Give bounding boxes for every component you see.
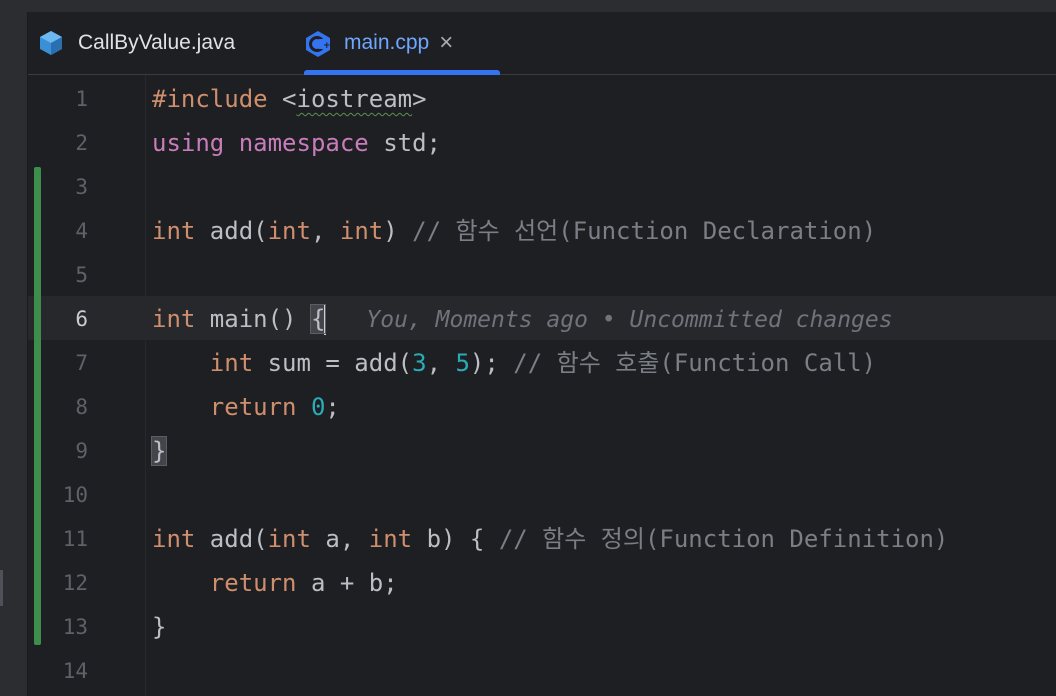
line-number[interactable]: 9: [28, 429, 88, 473]
line-number[interactable]: 7: [28, 341, 88, 385]
code-token: ): [383, 217, 413, 245]
code-token: ;: [325, 393, 340, 421]
close-icon[interactable]: ×: [439, 31, 453, 55]
editor-gutter[interactable]: 1 2 3 4 5 6 7 8 9 10 11 12 13 14: [28, 75, 146, 696]
code-line[interactable]: }: [152, 605, 166, 649]
title-strip: [27, 0, 1056, 12]
code-token: a + b;: [296, 569, 398, 597]
code-token: }: [150, 436, 168, 466]
line-number[interactable]: 3: [28, 165, 88, 209]
code-token: int: [368, 525, 413, 553]
code-line[interactable]: return a + b;: [152, 561, 398, 605]
code-token: std;: [368, 129, 441, 157]
tool-strip-marker[interactable]: [0, 570, 3, 606]
code-token: int: [209, 349, 254, 377]
code-token: namespace: [238, 129, 369, 157]
line-number[interactable]: 8: [28, 385, 88, 429]
code-token: 5: [455, 349, 470, 377]
code-token: return: [209, 569, 297, 597]
line-number[interactable]: 12: [28, 561, 88, 605]
code-token: {: [309, 304, 327, 334]
tab-label: CallByValue.java: [78, 31, 236, 54]
code-token: >: [412, 85, 427, 113]
code-token: // 함수 선언(Function Declaration): [412, 217, 877, 245]
code-token: return: [209, 393, 297, 421]
line-number[interactable]: 14: [28, 649, 88, 693]
cpp-file-icon: +: [304, 30, 331, 57]
git-blame-inlay[interactable]: You, Moments ago • Uncommitted changes: [366, 307, 892, 333]
code-line[interactable]: int sum = add(3, 5); // 함수 호출(Function C…: [152, 341, 876, 385]
code-token: add(: [195, 525, 268, 553]
line-number[interactable]: 4: [28, 209, 88, 253]
code-token: ,: [426, 349, 456, 377]
code-token: add(: [195, 217, 268, 245]
code-token: 3: [412, 349, 427, 377]
tab-callbyvalue-java[interactable]: CallByValue.java: [38, 12, 298, 74]
tool-window-strip: [0, 0, 28, 696]
code-line[interactable]: int add(int, int) // 함수 선언(Function Decl…: [152, 209, 876, 253]
line-number[interactable]: 13: [28, 605, 88, 649]
code-token: int: [152, 525, 196, 553]
code-line[interactable]: return 0;: [152, 385, 340, 429]
svg-text:+: +: [323, 41, 331, 51]
text-caret: [324, 305, 327, 335]
line-number[interactable]: 6: [28, 297, 88, 341]
line-number[interactable]: 10: [28, 473, 88, 517]
code-token: }: [152, 613, 167, 641]
code-token: ,: [310, 217, 340, 245]
code-token: <: [282, 85, 297, 113]
code-token: int: [339, 217, 384, 245]
code-line[interactable]: }: [150, 429, 168, 473]
code-token: b) {: [412, 525, 499, 553]
ide-window: CallByValue.java + main.cpp × 1234567891…: [0, 0, 1056, 696]
code-editor[interactable]: 1 2 3 4 5 6 7 8 9 10 11 12 13 14 #include <iostream> u…: [28, 75, 1056, 696]
tab-label: main.cpp: [344, 31, 430, 54]
code-token: );: [469, 349, 514, 377]
code-token: iostream: [296, 85, 413, 113]
code-token: int: [267, 217, 311, 245]
code-token: // 함수 정의(Function Definition): [498, 525, 949, 553]
code-token: 0: [310, 393, 326, 421]
gutter-divider: [145, 75, 146, 696]
code-line[interactable]: int main() { You, Moments ago • Uncommitt…: [152, 297, 893, 341]
code-token: int: [152, 305, 196, 333]
code-token: #include: [152, 85, 283, 113]
java-class-icon: [38, 30, 64, 56]
code-line[interactable]: #include <iostream>: [152, 77, 427, 121]
line-number[interactable]: 11: [28, 517, 88, 561]
tab-main-cpp[interactable]: + main.cpp ×: [304, 12, 500, 75]
code-token: // 함수 호출(Function Call): [513, 349, 877, 377]
code-token: int: [267, 525, 311, 553]
code-token: sum = add(: [253, 349, 413, 377]
line-number[interactable]: 2: [28, 121, 88, 165]
code-token: using: [152, 129, 225, 157]
code-token: main(): [195, 305, 311, 333]
line-number[interactable]: 5: [28, 253, 88, 297]
code-line[interactable]: int add(int a, int b) { // 함수 정의(Functio…: [152, 517, 948, 561]
editor-tab-bar: CallByValue.java + main.cpp ×: [28, 12, 1056, 75]
code-token: a,: [310, 525, 369, 553]
line-number[interactable]: 1: [28, 77, 88, 121]
code-line[interactable]: using namespace std;: [152, 121, 441, 165]
code-token: int: [152, 217, 196, 245]
